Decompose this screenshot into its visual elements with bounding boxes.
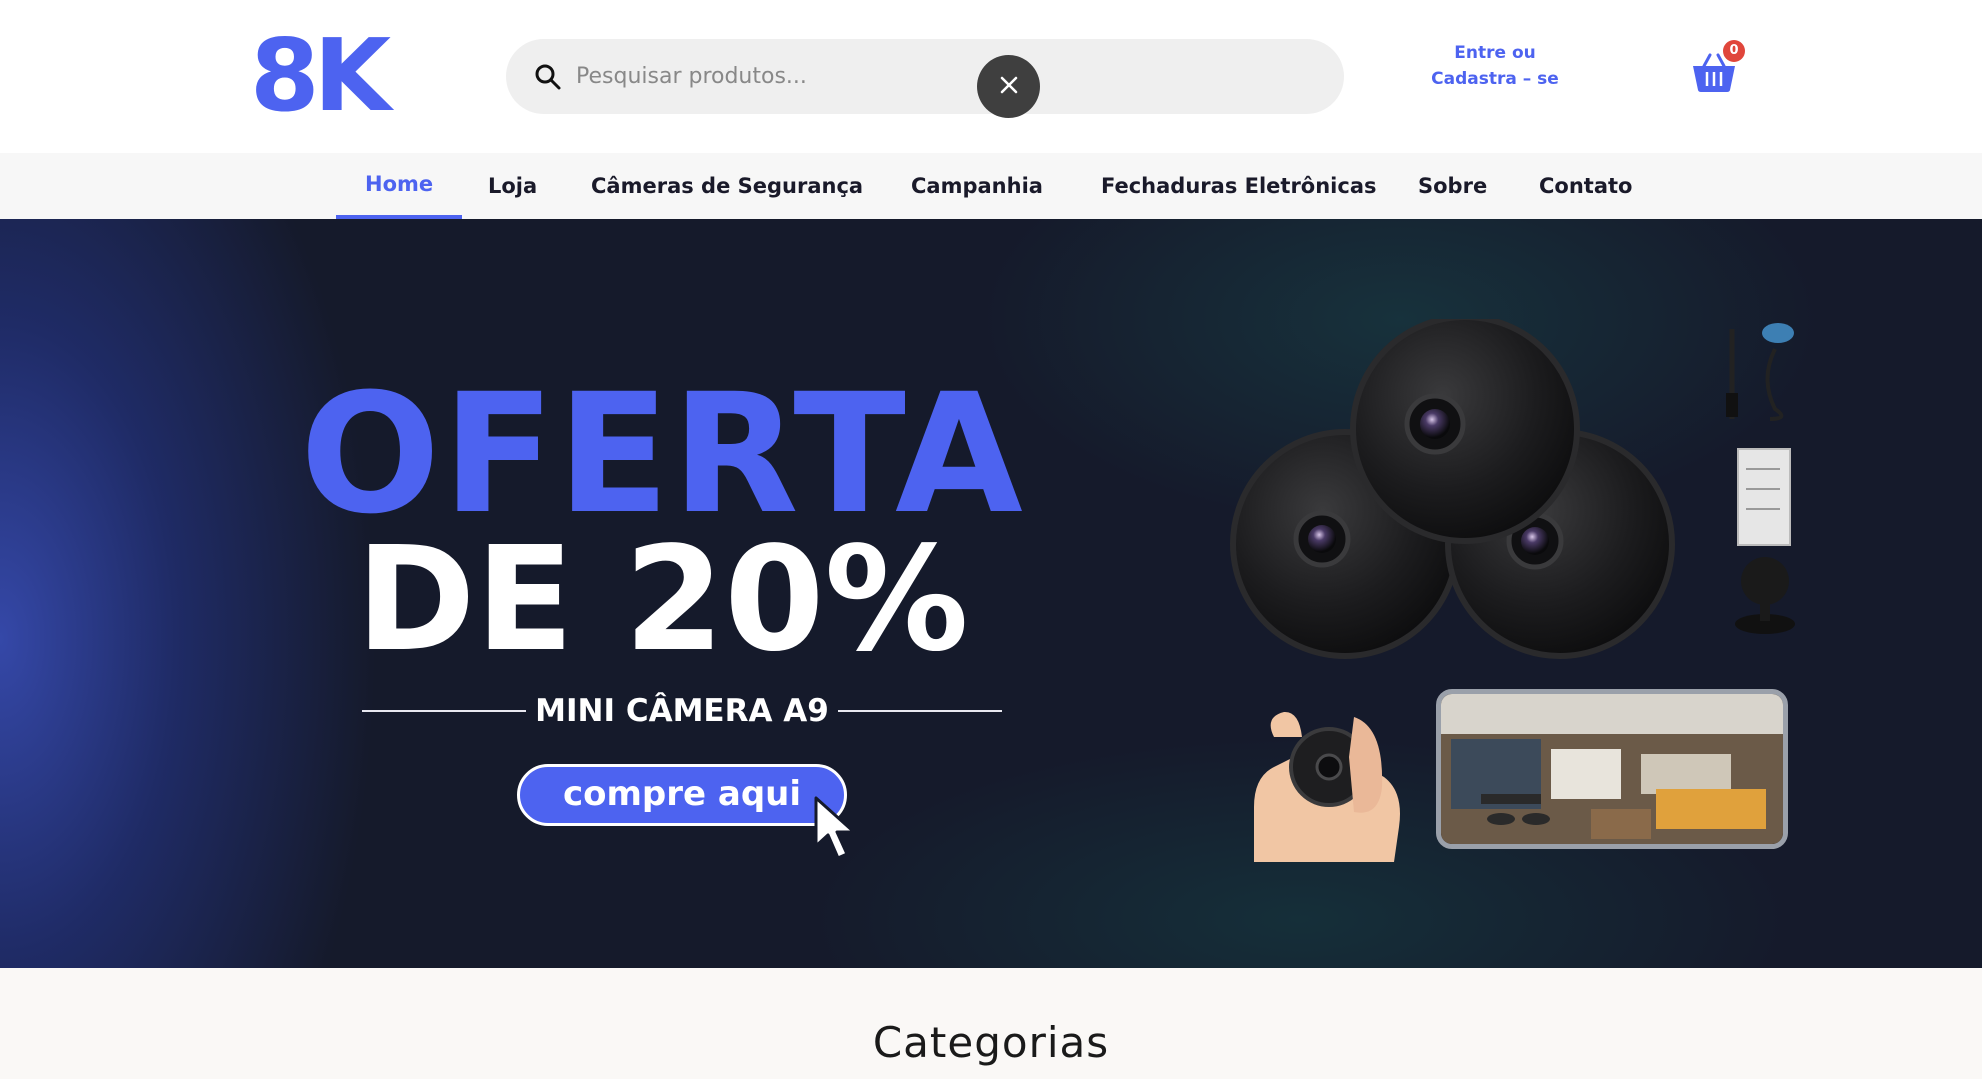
nav-item-home[interactable]: Home — [336, 153, 463, 219]
cart-count-badge: 0 — [1723, 40, 1745, 62]
login-line-1: Entre ou — [1454, 43, 1536, 63]
nav-item-cameras[interactable]: Câmeras de Segurança — [562, 153, 892, 219]
product-image-hand — [1244, 697, 1404, 862]
hero-divider-right — [838, 710, 1002, 712]
hero-cta-button[interactable]: compre aqui — [517, 764, 847, 826]
nav-item-sobre[interactable]: Sobre — [1389, 153, 1516, 219]
search-bar — [506, 39, 1344, 118]
nav-item-fechaduras[interactable]: Fechaduras Eletrônicas — [1072, 153, 1406, 219]
nav-item-loja[interactable]: Loja — [459, 153, 566, 219]
nav-item-contato[interactable]: Contato — [1510, 153, 1661, 219]
hero-subtitle-row: MINI CÂMERA A9 — [362, 691, 1002, 731]
product-image-phone — [1436, 689, 1788, 849]
login-line-2: Cadastra – se — [1431, 69, 1559, 89]
search-icon[interactable] — [534, 63, 562, 91]
hero-title-offer: OFERTA — [300, 358, 1025, 550]
search-input[interactable] — [576, 53, 976, 99]
close-icon — [999, 75, 1019, 99]
main-nav: Home Loja Câmeras de Segurança Campanhia… — [0, 153, 1982, 219]
cart-icon — [1690, 53, 1738, 98]
hero-title-discount: DE 20% — [356, 515, 969, 683]
categories-section: Categorias — [0, 968, 1982, 1079]
hero-subtitle: MINI CÂMERA A9 — [535, 693, 829, 729]
login-register-link[interactable]: Entre ou Cadastra – se — [1420, 40, 1570, 92]
hero-banner[interactable]: OFERTA DE 20% MINI CÂMERA A9 compre aqui — [0, 219, 1982, 968]
categories-title: Categorias — [872, 1018, 1110, 1067]
search-clear-button[interactable] — [977, 55, 1040, 118]
cursor-icon — [812, 794, 868, 864]
hero-divider-left — [362, 710, 526, 712]
logo[interactable]: 8K — [250, 26, 391, 126]
site-header: 8K Entre ou Cadastra – se — [0, 0, 1982, 153]
nav-item-campanhia[interactable]: Campanhia — [882, 153, 1072, 219]
